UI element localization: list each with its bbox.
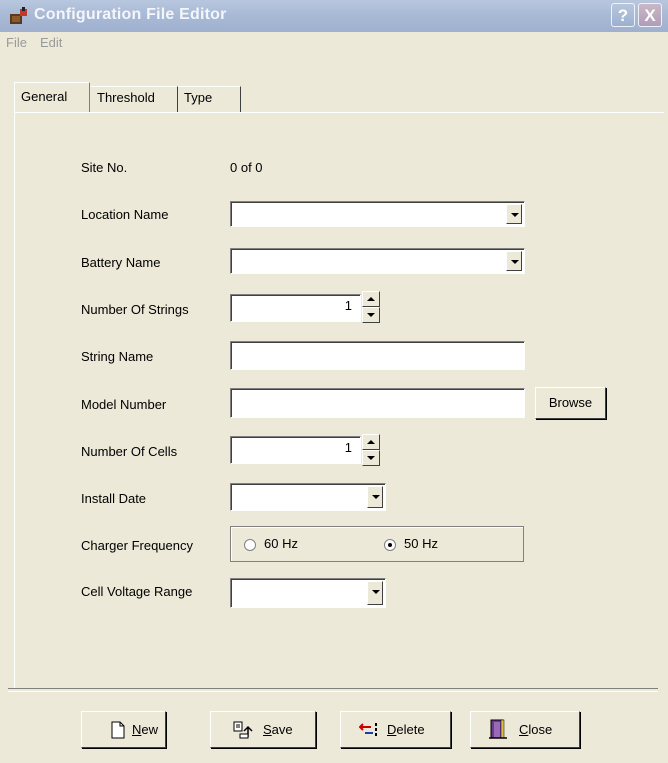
app-icon	[10, 7, 27, 24]
string-name-label: String Name	[81, 349, 154, 364]
charger-frequency-label: Charger Frequency	[81, 538, 193, 553]
string-name-input[interactable]	[230, 341, 525, 370]
cell-voltage-range-label: Cell Voltage Range	[81, 584, 193, 599]
delete-icon	[359, 723, 377, 736]
cell-voltage-range-dropdown[interactable]	[230, 578, 386, 608]
new-button[interactable]: New	[81, 711, 166, 748]
save-button-label: Save	[263, 722, 293, 737]
charger-frequency-group: 60 Hz 50 Hz	[230, 526, 524, 562]
number-of-strings-value: 1	[344, 298, 352, 313]
location-name-label: Location Name	[81, 207, 169, 222]
number-of-strings-label: Number Of Strings	[81, 302, 189, 317]
tab-type-label: Type	[184, 90, 213, 105]
battery-name-label: Battery Name	[81, 255, 161, 270]
close-button[interactable]: Close	[470, 711, 580, 748]
chevron-down-icon[interactable]	[367, 486, 383, 508]
radio-50hz[interactable]	[384, 539, 396, 551]
number-of-cells-input[interactable]: 1	[230, 436, 361, 464]
configuration-file-editor-window: Configuration File Editor ? X File Edit …	[0, 0, 668, 763]
location-name-dropdown[interactable]	[230, 201, 525, 227]
radio-60hz[interactable]	[244, 539, 256, 551]
browse-button[interactable]: Browse	[535, 387, 606, 419]
chevron-down-icon[interactable]	[367, 581, 383, 605]
number-of-cells-value: 1	[344, 440, 352, 455]
chevron-down-icon[interactable]	[506, 251, 522, 271]
site-no-label: Site No.	[81, 160, 128, 175]
battery-name-dropdown[interactable]	[230, 248, 525, 274]
menu-bar: File Edit	[0, 32, 668, 54]
number-of-strings-stepper[interactable]	[362, 291, 380, 323]
model-number-label: Model Number	[81, 397, 167, 412]
number-of-cells-label: Number Of Cells	[81, 444, 178, 459]
tab-threshold-label: Threshold	[97, 90, 155, 105]
stepper-down-icon[interactable]	[362, 307, 380, 323]
tab-threshold[interactable]: Threshold	[91, 86, 178, 112]
site-no-value: 0 of 0	[230, 160, 263, 175]
tab-general-label: General	[21, 89, 68, 104]
stepper-up-icon[interactable]	[362, 291, 380, 307]
number-of-cells-stepper[interactable]	[362, 434, 380, 466]
tab-type[interactable]: Type	[178, 86, 241, 112]
close-door-icon	[489, 719, 507, 739]
model-number-input[interactable]	[230, 388, 525, 418]
title-bar[interactable]: Configuration File Editor ? X	[0, 0, 668, 32]
tab-general[interactable]: General	[14, 82, 90, 113]
menu-file[interactable]: File	[6, 35, 27, 50]
close-window-button[interactable]: X	[638, 3, 662, 27]
install-date-label: Install Date	[81, 491, 147, 506]
help-button[interactable]: ?	[611, 3, 635, 27]
new-document-icon	[111, 721, 125, 739]
tab-panel-border	[14, 112, 664, 113]
save-button[interactable]: Save	[210, 711, 316, 748]
tab-panel-left-border	[14, 112, 15, 688]
number-of-strings-input[interactable]: 1	[230, 294, 361, 322]
install-date-picker[interactable]	[230, 483, 386, 511]
stepper-down-icon[interactable]	[362, 450, 380, 466]
stepper-up-icon[interactable]	[362, 434, 380, 450]
close-button-label: Close	[519, 722, 553, 737]
footer-separator	[8, 688, 658, 692]
radio-60hz-label[interactable]: 60 Hz	[264, 536, 298, 551]
save-icon	[233, 721, 253, 739]
window-title: Configuration File Editor	[34, 6, 227, 23]
delete-button[interactable]: Delete	[340, 711, 451, 748]
menu-edit[interactable]: Edit	[40, 35, 62, 50]
new-button-label: New	[132, 722, 159, 737]
radio-50hz-label[interactable]: 50 Hz	[404, 536, 438, 551]
chevron-down-icon[interactable]	[506, 204, 522, 224]
delete-button-label: Delete	[387, 722, 425, 737]
